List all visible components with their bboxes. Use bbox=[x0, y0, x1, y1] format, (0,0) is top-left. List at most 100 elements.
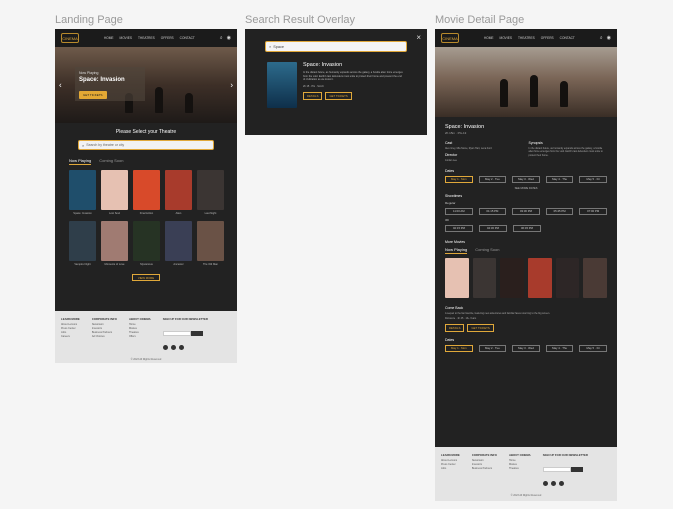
option-pill[interactable]: May 3 · Wed bbox=[512, 344, 540, 352]
poster-card[interactable]: Vampire Night bbox=[69, 221, 96, 266]
poster-image[interactable] bbox=[69, 221, 96, 261]
footer-link[interactable]: Jobs bbox=[441, 467, 460, 471]
get-tickets-button[interactable]: GET TICKETS bbox=[467, 323, 494, 332]
see-more-dates-link[interactable]: SEE MORE DATES bbox=[435, 187, 617, 190]
more-movie-poster[interactable] bbox=[472, 257, 497, 298]
poster-label: Mysterious bbox=[140, 263, 153, 266]
nav-link-offers[interactable]: OFFERS bbox=[161, 36, 174, 40]
twitter-icon[interactable] bbox=[558, 481, 564, 486]
newsletter-email-input[interactable] bbox=[162, 331, 191, 336]
poster-card[interactable]: The Old Man bbox=[197, 221, 224, 266]
search-icon[interactable]: ⌕ bbox=[600, 35, 603, 41]
option-pill[interactable]: May 3 · Wed bbox=[512, 175, 540, 183]
poster-image[interactable] bbox=[101, 221, 128, 261]
poster-card[interactable]: Final Action bbox=[133, 170, 160, 215]
chevron-right-icon[interactable]: › bbox=[230, 81, 233, 90]
more-movie-poster[interactable] bbox=[500, 257, 525, 298]
option-pill[interactable]: 06:45 PM bbox=[513, 224, 541, 232]
nav-link-movies[interactable]: MOVIES bbox=[500, 36, 512, 40]
option-pill[interactable]: 04:30 PM bbox=[479, 224, 507, 232]
nav-link-home[interactable]: HOME bbox=[104, 36, 114, 40]
option-pill[interactable]: May 2 · Tue bbox=[478, 344, 507, 352]
footer-link[interactable]: Ad Choices bbox=[92, 335, 117, 339]
more-movie-poster[interactable] bbox=[445, 257, 469, 298]
more-movie-poster[interactable] bbox=[528, 257, 552, 298]
nav-link-theatres[interactable]: THEATRES bbox=[138, 36, 155, 40]
option-pill[interactable]: 01:15 PM bbox=[478, 207, 507, 215]
footer-link[interactable]: Careers bbox=[61, 335, 80, 339]
option-pill[interactable]: 03:30 PM bbox=[512, 207, 540, 215]
option-pill[interactable]: May 4 · Thu bbox=[545, 175, 574, 183]
logo[interactable]: CINEMA bbox=[441, 33, 459, 43]
poster-image[interactable] bbox=[197, 170, 224, 210]
poster-card[interactable]: Lost Soul bbox=[101, 170, 128, 215]
nav-link-theatres[interactable]: THEATRES bbox=[518, 36, 535, 40]
poster-image[interactable] bbox=[133, 221, 160, 261]
more-movie-poster[interactable] bbox=[583, 257, 608, 298]
nav-link-movies[interactable]: MOVIES bbox=[120, 36, 132, 40]
poster-image[interactable] bbox=[69, 170, 96, 210]
poster-card[interactable]: Last Night bbox=[197, 170, 224, 215]
get-tickets-button[interactable]: GET TICKETS bbox=[79, 91, 107, 99]
option-pill[interactable]: 05:45 PM bbox=[545, 207, 574, 215]
instagram-icon[interactable] bbox=[550, 481, 556, 486]
nav-link-contact[interactable]: CONTACT bbox=[180, 36, 195, 40]
instagram-icon[interactable] bbox=[170, 345, 176, 350]
search-result-item[interactable]: Space: Invasion In the distant future, a… bbox=[267, 62, 405, 108]
poster-image[interactable] bbox=[101, 170, 128, 210]
poster-image[interactable] bbox=[165, 170, 192, 210]
footer-link[interactable]: Theatres bbox=[509, 467, 531, 471]
newsletter-submit-button[interactable] bbox=[190, 331, 203, 336]
user-icon[interactable]: ◉ bbox=[607, 35, 611, 41]
poster-card[interactable]: Mysterious bbox=[133, 221, 160, 266]
poster-image[interactable] bbox=[133, 170, 160, 210]
more-movie-poster[interactable] bbox=[555, 257, 580, 298]
newsletter-submit-button[interactable] bbox=[570, 467, 583, 472]
details-button[interactable]: DETAILS bbox=[303, 92, 323, 100]
get-tickets-button[interactable]: GET TICKETS bbox=[325, 92, 352, 100]
poster-label: Moments of Love bbox=[104, 263, 125, 266]
poster-card[interactable]: Alien bbox=[165, 170, 192, 215]
facebook-icon[interactable] bbox=[542, 481, 548, 486]
chevron-left-icon[interactable]: ‹ bbox=[59, 81, 62, 90]
footer-link[interactable]: Offers bbox=[129, 335, 151, 339]
footer-legal: © 2023 All Rights Reserved bbox=[130, 358, 162, 361]
option-pill[interactable]: May 1 · Mon bbox=[445, 175, 473, 183]
logo[interactable]: CINEMA bbox=[61, 33, 79, 43]
footer-link[interactable]: Business Partners bbox=[472, 467, 497, 471]
tab-coming-soon[interactable]: Coming Soon bbox=[99, 158, 123, 165]
hero-title: Space: Invasion bbox=[79, 77, 125, 83]
overlay-search-input[interactable]: ⌕ Space bbox=[265, 41, 407, 52]
tab-coming-soon[interactable]: Coming Soon bbox=[475, 247, 499, 254]
user-icon[interactable]: ◉ bbox=[227, 35, 231, 41]
details-button[interactable]: DETAILS bbox=[445, 323, 465, 332]
view-more-button[interactable]: VIEW MORE bbox=[132, 274, 160, 281]
poster-image[interactable] bbox=[197, 221, 224, 261]
poster-card[interactable]: Space: Invasion bbox=[69, 170, 96, 215]
tab-now-playing[interactable]: Now Playing bbox=[69, 158, 92, 165]
option-pill[interactable]: May 5 · Fri bbox=[579, 175, 607, 183]
option-pill[interactable]: May 2 · Tue bbox=[478, 175, 507, 183]
poster-card[interactable]: Ancestor bbox=[165, 221, 192, 266]
poster-image[interactable] bbox=[165, 221, 192, 261]
theatre-search-input[interactable]: ⌕ Search by theatre or city bbox=[78, 140, 214, 150]
result-title: Space: Invasion bbox=[303, 62, 343, 68]
option-pill[interactable]: May 1 · Mon bbox=[445, 344, 473, 352]
option-pill[interactable]: May 4 · Thu bbox=[545, 344, 574, 352]
result-poster[interactable] bbox=[267, 62, 297, 108]
nav-link-home[interactable]: HOME bbox=[484, 36, 494, 40]
option-pill[interactable]: 11:00 AM bbox=[445, 207, 473, 215]
poster-card[interactable]: Moments of Love bbox=[101, 221, 128, 266]
option-pill[interactable]: May 5 · Fri bbox=[579, 344, 607, 352]
nav-link-contact[interactable]: CONTACT bbox=[560, 36, 575, 40]
tab-now-playing[interactable]: Now Playing bbox=[445, 247, 468, 254]
close-icon[interactable]: × bbox=[416, 33, 421, 42]
option-pill[interactable]: 07:00 PM bbox=[579, 207, 607, 215]
facebook-icon[interactable] bbox=[162, 345, 168, 350]
search-icon[interactable]: ⌕ bbox=[220, 35, 223, 41]
twitter-icon[interactable] bbox=[178, 345, 184, 350]
nav-link-offers[interactable]: OFFERS bbox=[541, 36, 554, 40]
option-pill[interactable]: 02:15 PM bbox=[445, 224, 473, 232]
newsletter-email-input[interactable] bbox=[542, 467, 571, 472]
overlay-frame: × ⌕ Space Space: Invasion In the distant… bbox=[245, 29, 427, 135]
